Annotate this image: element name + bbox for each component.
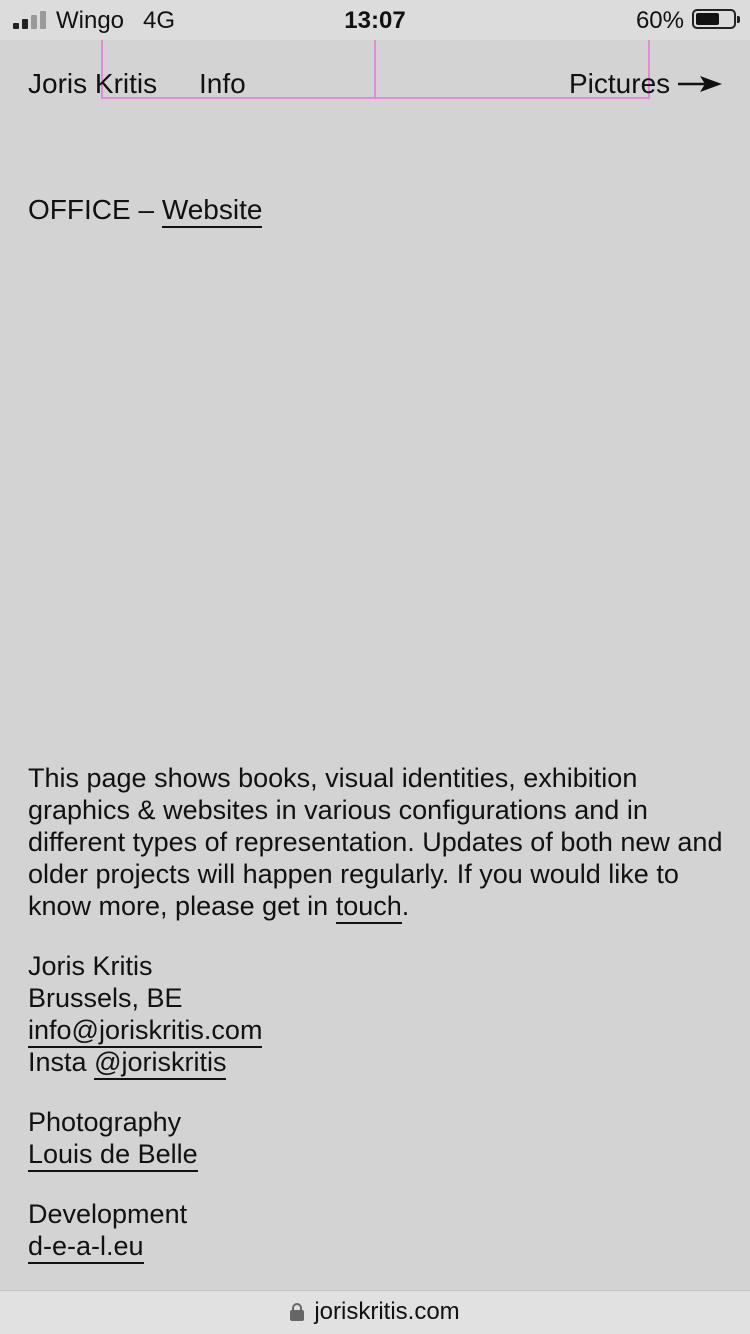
- url-domain: joriskritis.com: [314, 1298, 460, 1325]
- battery-icon: [692, 9, 740, 29]
- battery-percent: 60%: [635, 7, 684, 34]
- photography-label: Photography: [28, 1107, 182, 1137]
- about-text: This page shows books, visual identities…: [28, 762, 728, 924]
- contact-location: Brussels, BE: [28, 983, 183, 1013]
- contact-block: Joris Kritis Brussels, BE info@joriskrit…: [28, 950, 263, 1080]
- instagram-link[interactable]: @joriskritis: [94, 1047, 227, 1080]
- touch-link[interactable]: touch: [335, 891, 402, 924]
- nav-home-link[interactable]: Joris Kritis: [28, 66, 157, 102]
- guide-line: [101, 97, 650, 99]
- email-link[interactable]: info@joriskritis.com: [28, 1015, 263, 1048]
- project-client: OFFICE: [28, 194, 131, 225]
- developer-link[interactable]: d-e-a-l.eu: [28, 1231, 144, 1264]
- about-end: .: [401, 891, 410, 921]
- development-credit: Development d-e-a-l.eu: [28, 1198, 188, 1264]
- nav-info-link[interactable]: Info: [199, 66, 246, 102]
- status-bar: Wingo 4G 13:07 60%: [0, 0, 750, 40]
- guide-line: [374, 40, 376, 99]
- contact-name: Joris Kritis: [28, 951, 153, 981]
- arrow-right-icon[interactable]: [678, 72, 722, 96]
- development-label: Development: [28, 1199, 188, 1229]
- photography-credit: Photography Louis de Belle: [28, 1106, 198, 1172]
- project-separator: –: [138, 194, 155, 225]
- project-title: OFFICE – Website: [28, 192, 263, 228]
- url-bar[interactable]: joriskritis.com: [0, 1290, 750, 1334]
- project-type-link[interactable]: Website: [161, 194, 263, 228]
- insta-label: Insta: [28, 1047, 87, 1077]
- lock-icon: [290, 1303, 305, 1321]
- photographer-link[interactable]: Louis de Belle: [28, 1139, 198, 1172]
- nav-pictures-link[interactable]: Pictures: [569, 66, 670, 102]
